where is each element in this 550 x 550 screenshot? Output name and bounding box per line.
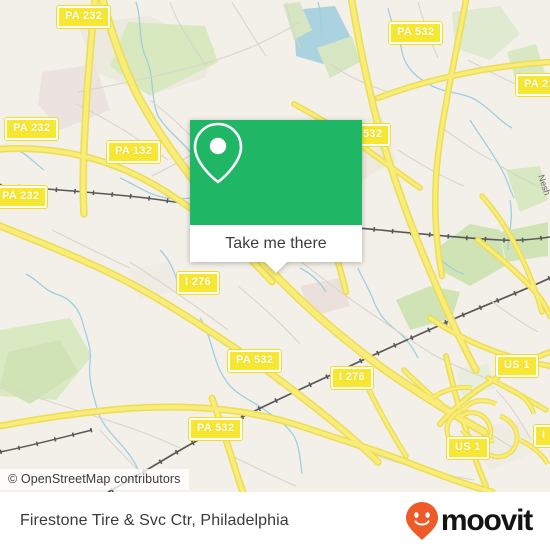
road-shield: PA 21 <box>515 73 550 97</box>
take-me-there-label: Take me there <box>225 234 327 252</box>
footer-bar: Firestone Tire & Svc Ctr, Philadelphia m… <box>0 492 550 550</box>
road-shield-label: PA 532 <box>397 26 435 38</box>
popup-action-bar[interactable]: Take me there <box>190 225 362 262</box>
road-shield-label: I 276 <box>185 276 211 288</box>
road-shield: PA 132 <box>105 140 162 164</box>
moovit-smiley-pin-icon <box>405 502 438 540</box>
road-shield: I 276 <box>330 366 374 390</box>
road-shield-label: PA 232 <box>65 10 103 22</box>
place-popup[interactable]: Take me there <box>190 120 362 273</box>
road-shield: PA 532 <box>187 417 244 441</box>
road-shield-label: PA 232 <box>13 122 51 134</box>
moovit-logo[interactable]: moovit <box>405 501 533 541</box>
road-shield-label: US 1 <box>504 359 530 371</box>
place-title: Firestone Tire & Svc Ctr, Philadelphia <box>20 512 289 529</box>
road-shield-label: I 276 <box>339 371 365 383</box>
map-screenshot: PA 232 PA 532 PA 21 PA 232 PA 132 532 PA 232 I … <box>0 0 550 550</box>
popup-tail <box>265 262 287 273</box>
road-shield: US 1 <box>446 436 490 460</box>
road-shield: I 276 <box>176 271 220 295</box>
road-shield: PA 232 <box>55 5 112 29</box>
map-pin-icon <box>193 122 243 184</box>
map-canvas[interactable]: PA 232 PA 532 PA 21 PA 232 PA 132 532 PA 232 I … <box>0 0 550 492</box>
road-shield: PA 232 <box>0 185 49 209</box>
road-shield-label: PA 232 <box>2 190 40 202</box>
road-shield-label: PA 532 <box>236 354 274 366</box>
road-shield-label: I <box>542 429 546 441</box>
road-shield: I <box>532 424 550 448</box>
road-shield-label: PA 532 <box>197 422 235 434</box>
road-shield: US 1 <box>495 354 539 378</box>
road-shield: PA 532 <box>226 349 283 373</box>
road-shield: PA 532 <box>387 21 444 45</box>
moovit-wordmark: moovit <box>440 504 533 537</box>
road-shield-label: PA 132 <box>115 145 153 157</box>
road-shield-label: US 1 <box>455 441 481 453</box>
road-shield-label: PA 21 <box>524 78 550 90</box>
road-shield-label: 532 <box>363 128 383 140</box>
osm-attribution[interactable]: © OpenStreetMap contributors <box>0 469 189 490</box>
popup-header <box>190 120 362 225</box>
road-shield: PA 232 <box>3 117 60 141</box>
